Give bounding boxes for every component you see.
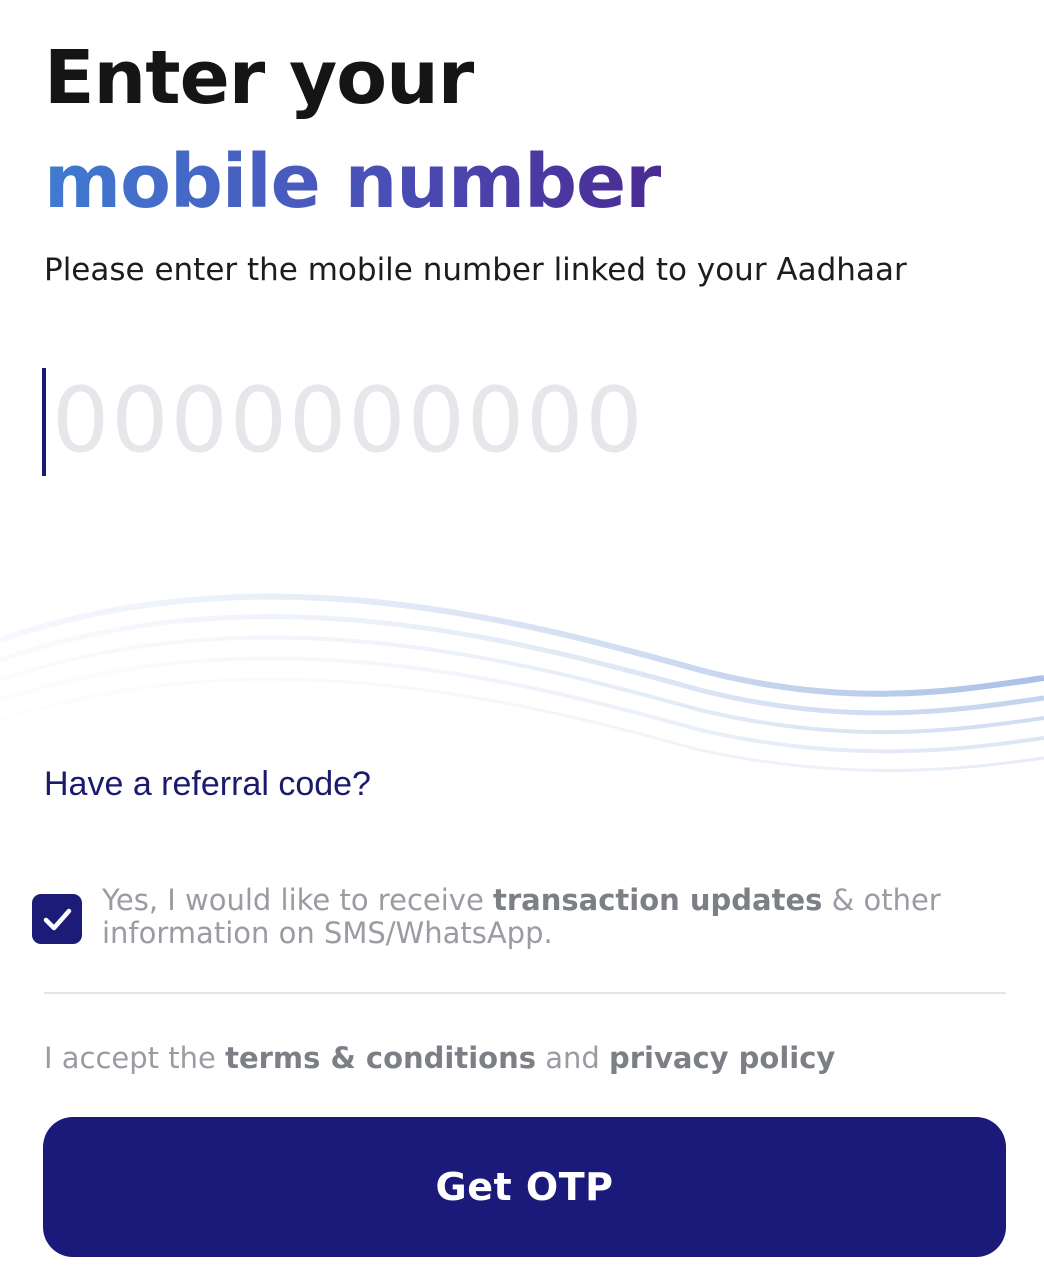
terms-conditions-link[interactable]: terms & conditions [225, 1041, 536, 1075]
checkmark-icon [43, 908, 72, 931]
text-caret [42, 368, 46, 476]
divider [44, 992, 1006, 994]
consent-text: Yes, I would like to receive transaction… [102, 883, 941, 950]
page-title-line2: mobile number [44, 134, 662, 230]
decorative-wave [0, 593, 1044, 773]
page-title-line1: Enter your [44, 35, 474, 121]
get-otp-button[interactable]: Get OTP [43, 1117, 1006, 1257]
terms-text: I accept the terms & conditions and priv… [44, 1041, 836, 1075]
referral-code-link[interactable]: Have a referral code? [44, 762, 371, 806]
mobile-number-input[interactable] [44, 362, 952, 478]
page-subtitle: Please enter the mobile number linked to… [44, 252, 907, 288]
consent-checkbox[interactable] [32, 894, 82, 944]
privacy-policy-link[interactable]: privacy policy [609, 1041, 835, 1075]
consent-text-bold: transaction updates [493, 883, 823, 917]
